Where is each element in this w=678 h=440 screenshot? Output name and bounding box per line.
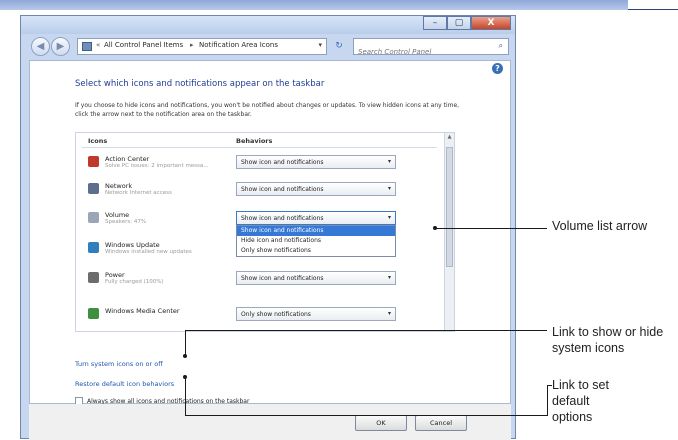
callout-line-defaults-bottom xyxy=(185,415,547,416)
row-subtitle: Fully charged (100%) xyxy=(105,279,164,285)
select-value: Show icon and notifications xyxy=(241,186,324,193)
dropdown-option[interactable]: Only show notifications xyxy=(237,246,395,256)
maximize-button[interactable]: ▢ xyxy=(447,16,471,30)
chevron-down-icon[interactable]: ▾ xyxy=(388,274,391,281)
dropdown-option[interactable]: Show icon and notifications xyxy=(237,226,395,236)
callout-dot-defaults xyxy=(183,375,187,379)
ok-button[interactable]: OK xyxy=(355,415,407,431)
close-button[interactable]: X xyxy=(471,16,511,30)
content-pane: ? Select which icons and notifications a… xyxy=(29,60,511,405)
callout-dot-system-icons xyxy=(183,354,187,358)
shield-update-icon xyxy=(88,242,99,253)
table-row: Network Network Internet access Show ico… xyxy=(76,178,442,204)
top-header-rule xyxy=(628,9,678,10)
column-header-behaviors: Behaviors xyxy=(236,137,273,145)
navigation-bar: ◀ ▶ « All Control Panel Items ▸ Notifica… xyxy=(21,34,515,60)
cancel-button[interactable]: Cancel xyxy=(415,415,467,431)
scroll-up-icon[interactable]: ▲ xyxy=(445,134,454,140)
row-name: Power xyxy=(105,271,125,279)
row-name: Volume xyxy=(105,211,130,219)
breadcrumb-all-items[interactable]: All Control Panel Items xyxy=(104,41,183,49)
volume-behavior-select[interactable]: Show icon and notifications ▾ xyxy=(236,211,396,225)
row-name: Action Center xyxy=(105,155,150,163)
maximize-icon: ▢ xyxy=(454,18,464,28)
volume-list-arrow-icon[interactable]: ▾ xyxy=(388,214,391,221)
table-row: Power Fully charged (100%) Show icon and… xyxy=(76,267,442,293)
callout-dot-volume xyxy=(433,226,437,230)
dropdown-option[interactable]: Hide icon and notifications xyxy=(237,236,395,246)
minimize-button[interactable]: – xyxy=(423,16,447,30)
row-name: Windows Media Center xyxy=(105,307,180,315)
behavior-select[interactable]: Only show notifications ▾ xyxy=(236,307,396,321)
page-title: Select which icons and notifications app… xyxy=(75,79,325,89)
system-icons-link[interactable]: Turn system icons on or off xyxy=(75,360,163,368)
minimize-icon: – xyxy=(432,18,438,28)
network-icon xyxy=(88,183,99,194)
media-center-icon xyxy=(88,308,99,319)
breadcrumb-overflow[interactable]: « xyxy=(96,41,100,49)
breadcrumb-current[interactable]: Notification Area Icons xyxy=(199,41,278,49)
select-value: Show icon and notifications xyxy=(241,159,324,166)
column-header-icons: Icons xyxy=(88,137,108,145)
chevron-down-icon[interactable]: ▾ xyxy=(388,158,391,165)
close-icon: X xyxy=(487,18,495,28)
header-divider xyxy=(82,147,437,148)
search-icon[interactable]: ⌕ xyxy=(499,41,503,51)
callout-vline-defaults-right xyxy=(547,385,548,416)
control-panel-window: – ▢ X ◀ ▶ « All Control Panel Items ▸ No… xyxy=(20,15,516,440)
speaker-icon xyxy=(88,212,99,223)
volume-dropdown-list: Show icon and notifications Hide icon an… xyxy=(236,225,396,257)
behavior-select[interactable]: Show icon and notifications ▾ xyxy=(236,271,396,285)
callout-vline-defaults xyxy=(185,377,186,415)
top-header-band xyxy=(0,0,628,10)
vertical-scrollbar[interactable]: ▲ xyxy=(444,133,454,331)
control-panel-icon xyxy=(82,42,92,51)
chevron-down-icon[interactable]: ▾ xyxy=(388,185,391,192)
callout-system-icons: Link to show or hide system icons xyxy=(552,325,664,355)
table-row: Windows Media Center Only show notificat… xyxy=(76,303,442,329)
restore-defaults-link[interactable]: Restore default icon behaviors xyxy=(75,380,174,388)
row-subtitle: Speakers: 47% xyxy=(105,219,147,225)
select-value: Show icon and notifications xyxy=(241,275,324,282)
row-subtitle: Network Internet access xyxy=(105,190,172,196)
breadcrumb-separator-icon[interactable]: ▸ xyxy=(190,41,194,49)
page-description: If you choose to hide icons and notifica… xyxy=(75,102,460,118)
row-subtitle: Solve PC issues: 2 important messa... xyxy=(105,163,209,169)
callout-line-system-icons xyxy=(185,330,547,331)
back-button[interactable]: ◀ xyxy=(31,37,50,56)
help-icon[interactable]: ? xyxy=(492,63,503,74)
scrollbar-thumb[interactable] xyxy=(446,147,453,267)
address-dropdown-icon[interactable]: ▾ xyxy=(318,41,322,49)
refresh-button[interactable]: ↻ xyxy=(329,38,349,55)
search-box[interactable]: ⌕ xyxy=(353,38,509,60)
title-bar: – ▢ X xyxy=(21,16,515,34)
callout-vline-system-icons xyxy=(185,330,186,356)
select-value: Only show notifications xyxy=(241,311,311,318)
address-bar[interactable]: « All Control Panel Items ▸ Notification… xyxy=(77,38,327,55)
callout-line-volume xyxy=(435,228,547,229)
row-subtitle: Windows installed new updates xyxy=(105,249,192,255)
icons-table: Icons Behaviors Action Center Solve PC i… xyxy=(75,132,455,332)
callout-default-options: Link to set default options xyxy=(552,378,609,424)
battery-icon xyxy=(88,272,99,283)
row-name: Network xyxy=(105,182,133,190)
chevron-down-icon[interactable]: ▾ xyxy=(388,310,391,317)
table-row: Volume Speakers: 47% Show icon and notif… xyxy=(76,207,442,257)
flag-icon xyxy=(88,156,99,167)
behavior-select[interactable]: Show icon and notifications ▾ xyxy=(236,182,396,196)
behavior-select[interactable]: Show icon and notifications ▾ xyxy=(236,155,396,169)
forward-button[interactable]: ▶ xyxy=(51,37,70,56)
dialog-button-bar: OK Cancel xyxy=(29,404,511,440)
search-input[interactable] xyxy=(354,44,492,60)
row-name: Windows Update xyxy=(105,241,160,249)
callout-volume-list-arrow: Volume list arrow xyxy=(552,219,648,233)
table-row: Action Center Solve PC issues: 2 importa… xyxy=(76,151,442,177)
select-value: Show icon and notifications xyxy=(241,215,324,222)
